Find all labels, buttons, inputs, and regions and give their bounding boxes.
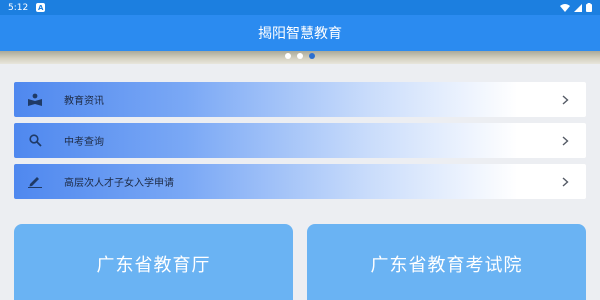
status-icons [560, 3, 592, 12]
menu-item-exam-query[interactable]: 中考查询 [14, 123, 586, 158]
carousel-indicator [0, 53, 600, 59]
search-icon [28, 134, 42, 148]
wifi-icon [560, 3, 570, 12]
chevron-right-icon [560, 176, 570, 187]
menu-item-label: 教育资讯 [64, 96, 104, 107]
book-reader-icon [28, 93, 42, 107]
app-bar: 揭阳智慧教育 [0, 15, 600, 51]
card-label: 广东省教育厅 [96, 255, 211, 276]
carousel-dot-active[interactable] [309, 53, 315, 59]
status-bar: 5:12 A [0, 0, 600, 15]
card-guangdong-exam-authority[interactable]: 广东省教育考试院 [307, 224, 586, 300]
battery-icon [586, 3, 592, 12]
chevron-right-icon [560, 135, 570, 146]
menu-item-label: 中考查询 [64, 137, 104, 148]
carousel-dot[interactable] [297, 53, 303, 59]
chevron-right-icon [560, 94, 570, 105]
pencil-icon [28, 175, 42, 189]
app-title: 揭阳智慧教育 [258, 26, 342, 42]
banner-carousel[interactable] [0, 51, 600, 64]
menu-item-talent-enrollment[interactable]: 高层次人才子女入学申请 [14, 164, 586, 199]
carousel-dot[interactable] [285, 53, 291, 59]
signal-icon [574, 3, 582, 12]
a-notification-icon: A [36, 3, 46, 12]
menu-item-education-news[interactable]: 教育资讯 [14, 82, 586, 117]
menu-item-label: 高层次人才子女入学申请 [64, 178, 174, 189]
card-label: 广东省教育考试院 [370, 255, 523, 276]
status-time: 5:12 [8, 2, 29, 13]
card-guangdong-education-department[interactable]: 广东省教育厅 [14, 224, 293, 300]
